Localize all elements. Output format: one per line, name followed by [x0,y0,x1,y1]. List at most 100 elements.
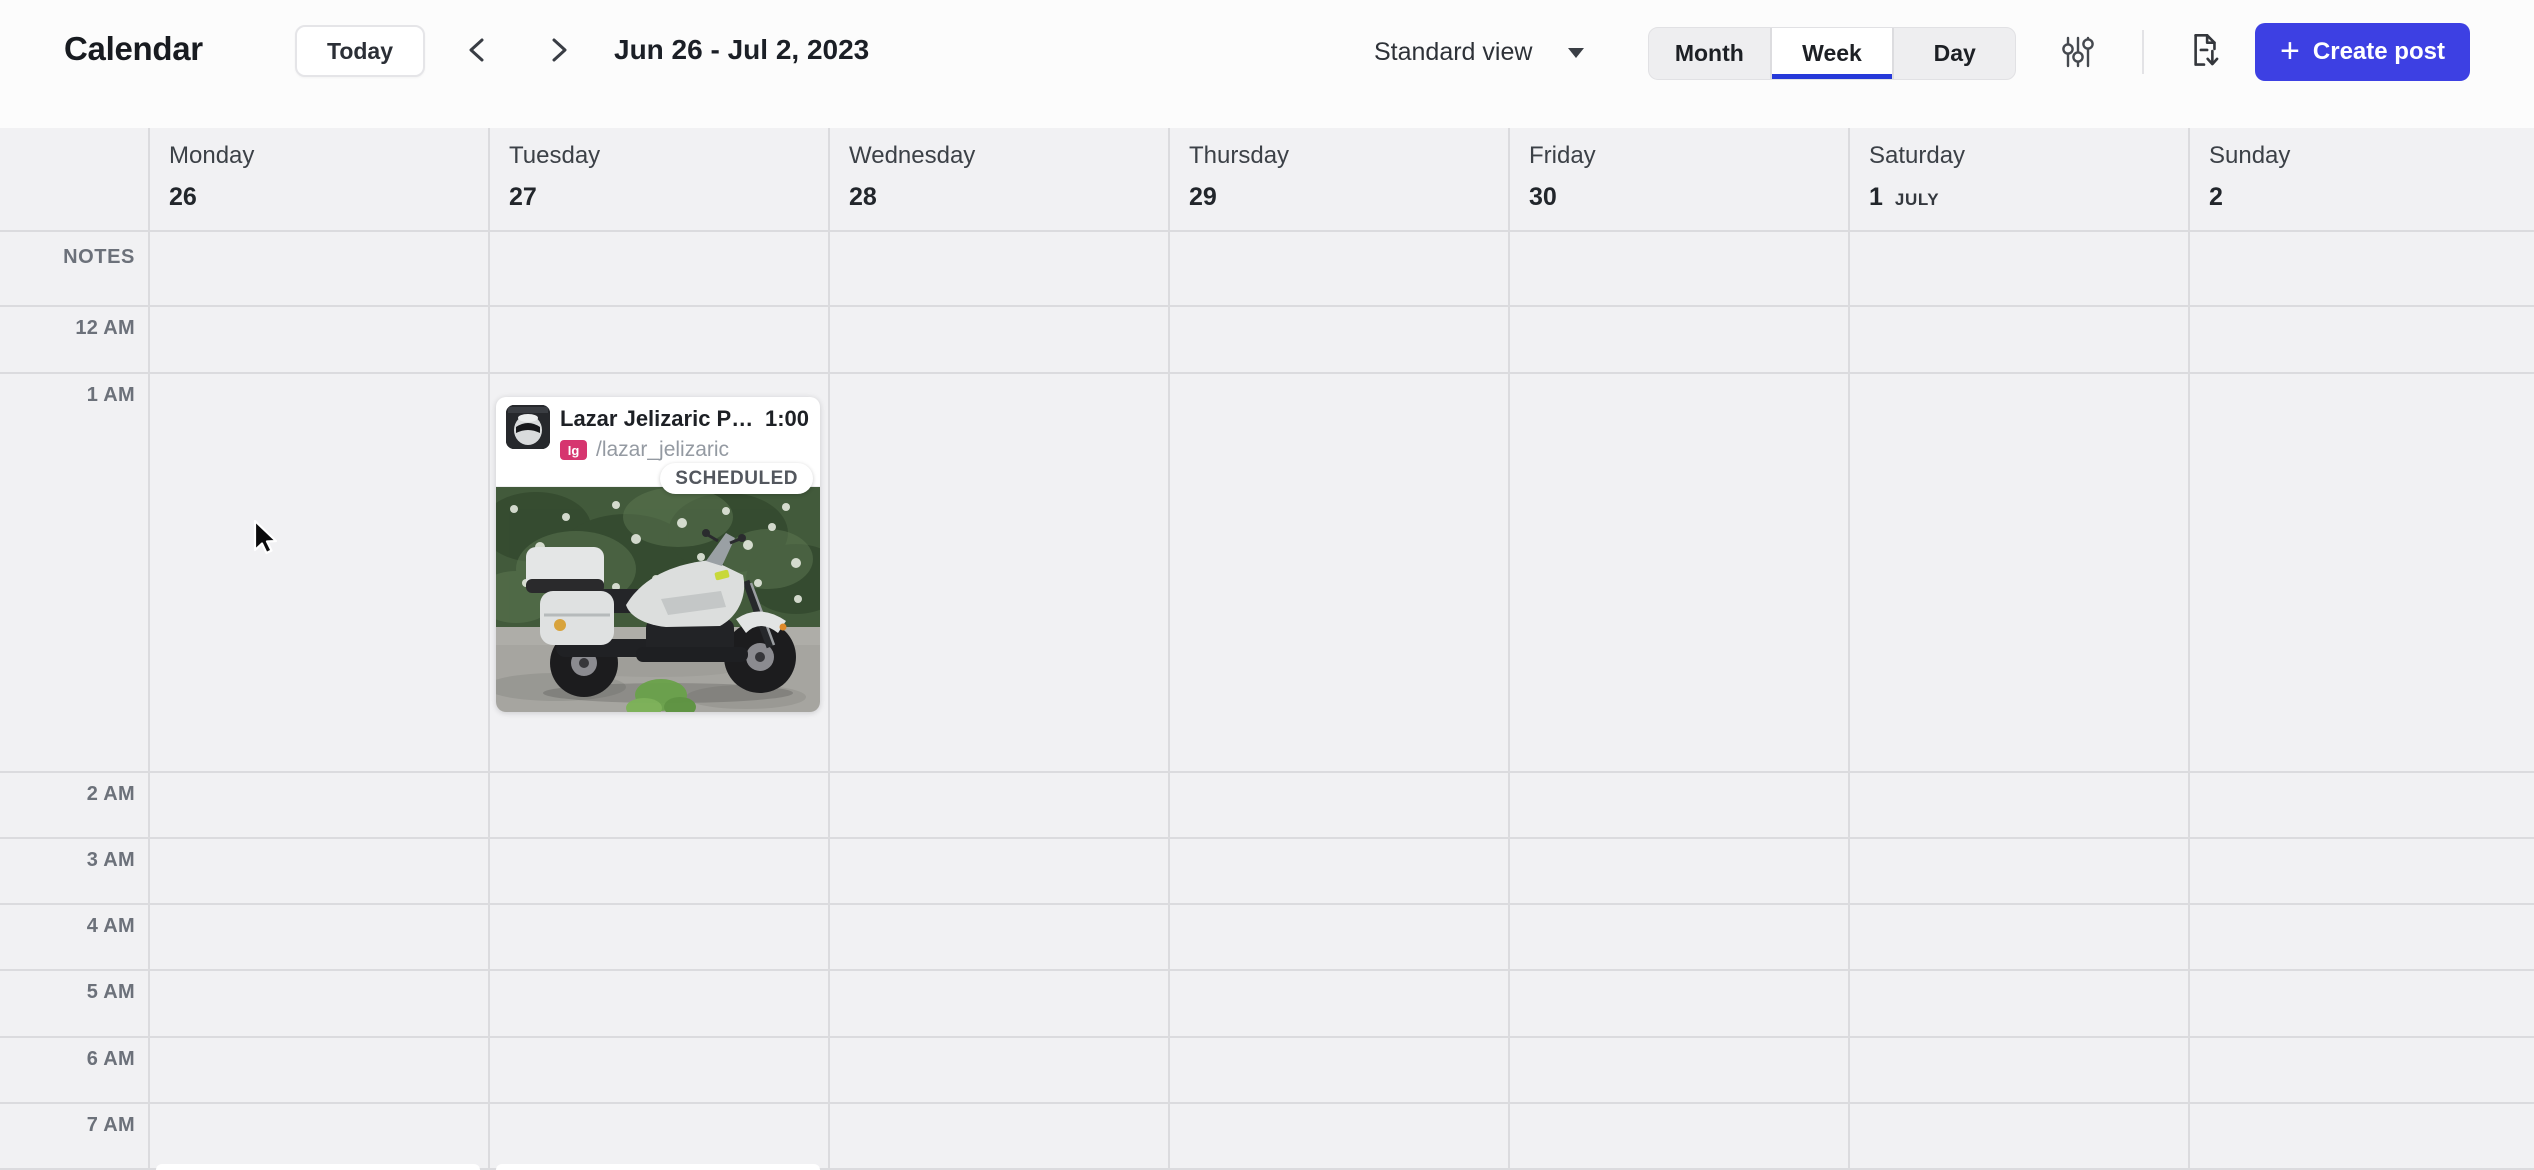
calendar-cell-thursday[interactable] [1168,971,1508,1036]
calendar-cell-friday[interactable] [1508,773,1848,837]
day-header-tuesday: Tuesday27 [488,128,828,230]
notes-label: NOTES [0,232,148,305]
calendar-cell-monday[interactable] [148,1038,488,1102]
view-dropdown[interactable]: Standard view [1374,38,1584,67]
create-post-button[interactable]: + Create post [2255,23,2470,81]
calendar-cell-tuesday[interactable] [488,971,828,1036]
calendar-cell-saturday[interactable] [1848,1104,2188,1168]
calendar-cell-wednesday[interactable] [828,1104,1168,1168]
calendar-cell-thursday[interactable] [1168,307,1508,372]
calendar-cell-sunday[interactable] [2188,232,2534,305]
calendar-cell-monday[interactable] [148,232,488,305]
calendar-cell-monday[interactable] [148,1104,488,1168]
tab-week[interactable]: Week [1770,28,1893,79]
calendar-cell-tuesday[interactable] [488,1038,828,1102]
prev-week-button[interactable] [458,30,498,70]
calendar-cell-sunday[interactable] [2188,1104,2534,1168]
time-label: 2 AM [0,773,148,837]
calendar-cell-saturday[interactable] [1848,971,2188,1036]
calendar-cell-friday[interactable] [1508,374,1848,771]
next-week-button[interactable] [538,30,578,70]
calendar-cell-wednesday[interactable] [828,374,1168,771]
calendar-cell-friday[interactable] [1508,971,1848,1036]
calendar-cell-monday[interactable] [148,971,488,1036]
calendar-cell-thursday[interactable] [1168,1104,1508,1168]
post-avatar [506,405,550,449]
calendar-cell-saturday[interactable] [1848,374,2188,771]
export-posts-button[interactable] [2180,27,2228,75]
calendar-cell-thursday[interactable] [1168,1038,1508,1102]
calendar-cell-friday[interactable] [1508,1104,1848,1168]
post-handle-row: Ig /lazar_jelizaric [560,438,729,462]
create-post-label: Create post [2313,38,2445,66]
day-header-friday: Friday30 [1508,128,1848,230]
post-image [496,487,820,712]
day-name: Tuesday [509,142,828,170]
calendar-cell-saturday[interactable] [1848,1038,2188,1102]
calendar-cell-wednesday[interactable] [828,905,1168,969]
calendar-cell-monday[interactable] [148,839,488,903]
calendar-cell-friday[interactable] [1508,1038,1848,1102]
day-number-row: 28 [849,183,1168,212]
day-name: Thursday [1189,142,1508,170]
calendar-cell-saturday[interactable] [1848,307,2188,372]
hour-row-2am: 2 AM [0,771,2534,837]
day-number-row: 30 [1529,183,1848,212]
calendar-cell-sunday[interactable] [2188,905,2534,969]
prev-chevron-icon [458,30,498,70]
calendar-cell-wednesday[interactable] [828,307,1168,372]
calendar-cell-friday[interactable] [1508,905,1848,969]
calendar-cell-monday[interactable] [148,307,488,372]
calendar-cell-tuesday[interactable] [488,839,828,903]
calendar-cell-sunday[interactable] [2188,839,2534,903]
calendar-cell-saturday[interactable] [1848,839,2188,903]
calendar-cell-tuesday[interactable] [488,773,828,837]
calendar-cell-tuesday[interactable] [488,1104,828,1168]
calendar-cell-monday[interactable] [148,905,488,969]
tab-day[interactable]: Day [1892,28,2015,79]
today-button[interactable]: Today [295,25,425,77]
calendar-cell-wednesday[interactable] [828,232,1168,305]
calendar-cell-wednesday[interactable] [828,971,1168,1036]
tab-month[interactable]: Month [1649,28,1770,79]
calendar-cell-thursday[interactable] [1168,839,1508,903]
view-dropdown-label: Standard view [1374,38,1532,67]
hour-row-3am: 3 AM [0,837,2534,903]
instagram-icon: Ig [560,440,587,460]
calendar-cell-wednesday[interactable] [828,839,1168,903]
calendar-cell-thursday[interactable] [1168,773,1508,837]
calendar-cell-wednesday[interactable] [828,1038,1168,1102]
hour-row-4am: 4 AM [0,903,2534,969]
calendar-cell-saturday[interactable] [1848,773,2188,837]
calendar-cell-tuesday[interactable] [488,232,828,305]
time-label: 6 AM [0,1038,148,1102]
calendar-cell-wednesday[interactable] [828,773,1168,837]
calendar-cell-thursday[interactable] [1168,905,1508,969]
day-name: Wednesday [849,142,1168,170]
day-header-sunday: Sunday2 [2188,128,2534,230]
calendar-cell-thursday[interactable] [1168,232,1508,305]
post-card-peek [156,1164,480,1170]
calendar-cell-friday[interactable] [1508,839,1848,903]
calendar-cell-sunday[interactable] [2188,971,2534,1036]
calendar-cell-sunday[interactable] [2188,307,2534,372]
calendar-cell-sunday[interactable] [2188,1038,2534,1102]
calendar-cell-tuesday[interactable] [488,905,828,969]
calendar-cell-friday[interactable] [1508,232,1848,305]
scheduled-post-card[interactable]: Lazar Jelizaric Pod… 1:00 Ig /lazar_jeli… [496,397,820,712]
view-tabs: MonthWeekDay [1648,27,2016,80]
calendar-cell-sunday[interactable] [2188,773,2534,837]
calendar-cell-monday[interactable] [148,773,488,837]
day-number: 2 [2209,183,2223,212]
calendar-cell-saturday[interactable] [1848,905,2188,969]
calendar-cell-thursday[interactable] [1168,374,1508,771]
calendar-cell-friday[interactable] [1508,307,1848,372]
export-post-icon [2181,28,2227,74]
calendar-cell-monday[interactable] [148,374,488,771]
filter-sliders-button[interactable] [2054,28,2102,76]
calendar-cell-saturday[interactable] [1848,232,2188,305]
calendar-cell-tuesday[interactable] [488,307,828,372]
hour-row-5am: 5 AM [0,969,2534,1036]
page-title: Calendar [64,30,203,68]
calendar-cell-sunday[interactable] [2188,374,2534,771]
